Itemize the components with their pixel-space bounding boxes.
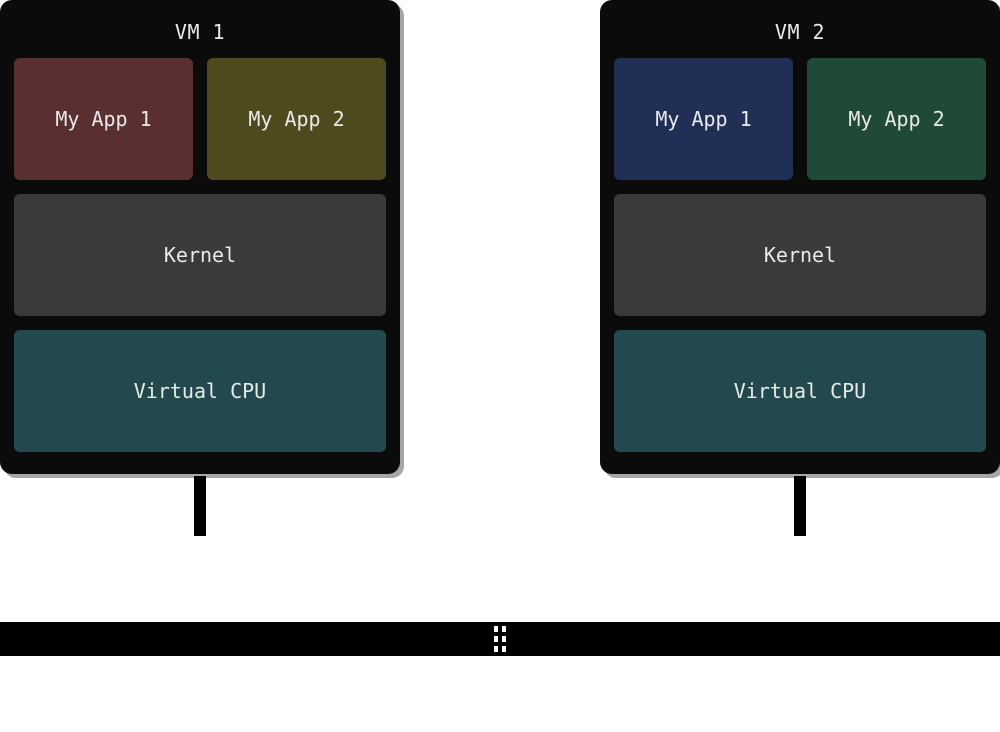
vm-2-kernel: Kernel (614, 194, 986, 316)
vm-2-title: VM 2 (614, 14, 986, 58)
diagram-stage: VM 1 My App 1 My App 2 Kernel Virtual CP… (0, 0, 1000, 732)
connector-vm-2 (794, 476, 806, 536)
vm-1-kernel: Kernel (14, 194, 386, 316)
vm-2-box: VM 2 My App 1 My App 2 Kernel Virtual CP… (600, 0, 1000, 474)
host-bar-divider-icon (490, 622, 510, 656)
vm-1-apps-row: My App 1 My App 2 (14, 58, 386, 180)
vm-2-apps-row: My App 1 My App 2 (614, 58, 986, 180)
vm-2-app-2: My App 2 (807, 58, 986, 180)
vm-1-app-2: My App 2 (207, 58, 386, 180)
vm-1-title: VM 1 (14, 14, 386, 58)
vm-1-app-1: My App 1 (14, 58, 193, 180)
vm-1-virtual-cpu: Virtual CPU (14, 330, 386, 452)
vm-2-app-1: My App 1 (614, 58, 793, 180)
connector-vm-1 (194, 476, 206, 536)
vm-1-box: VM 1 My App 1 My App 2 Kernel Virtual CP… (0, 0, 400, 474)
vm-2-virtual-cpu: Virtual CPU (614, 330, 986, 452)
